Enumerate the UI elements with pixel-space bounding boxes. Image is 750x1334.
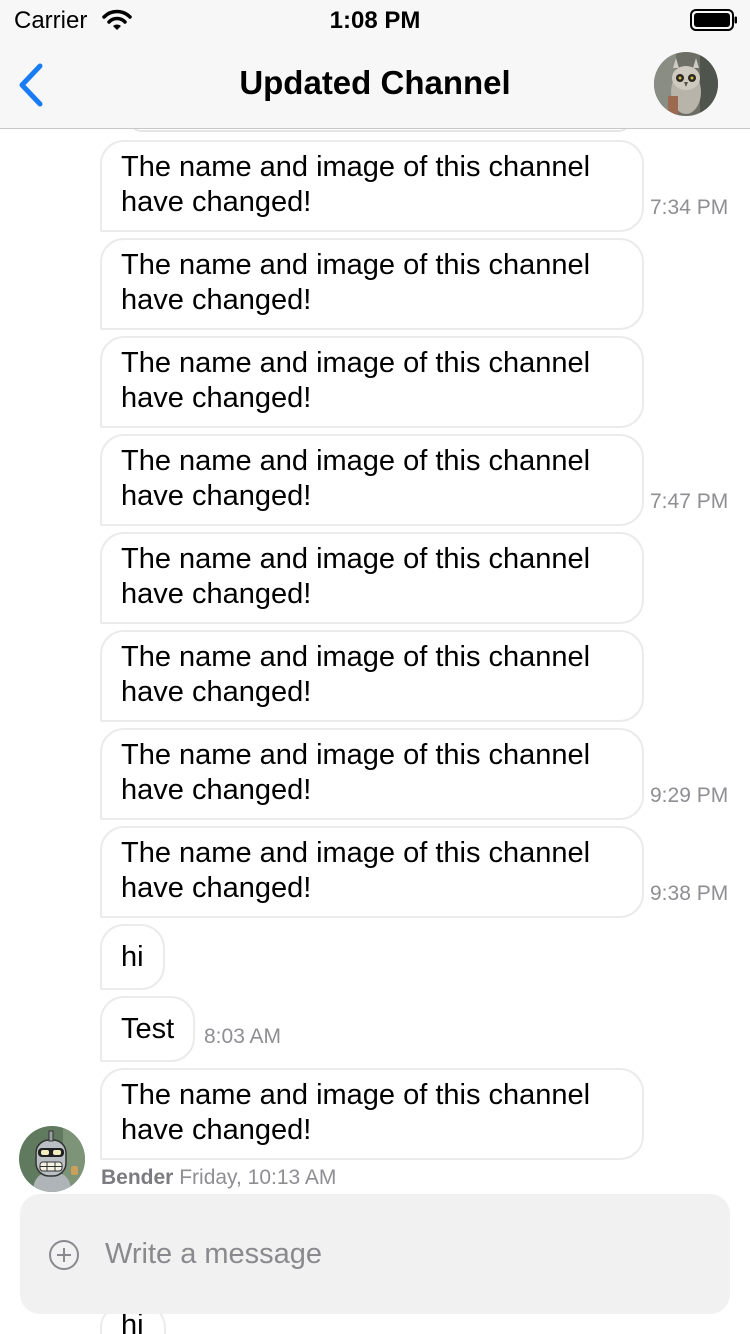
message-bubble[interactable]: hi: [100, 924, 165, 990]
message-bubble[interactable]: The name and image of this channel have …: [100, 140, 644, 232]
message-bubble[interactable]: The name and image of this channel have …: [100, 630, 644, 722]
previous-message-edge: [130, 129, 630, 132]
message-bubble[interactable]: The name and image of this channel have …: [100, 1068, 644, 1160]
message-row: hi: [100, 924, 165, 990]
message-bubble[interactable]: The name and image of this channel have …: [100, 336, 644, 428]
bender-avatar-image: [19, 1126, 85, 1192]
message-row: The name and image of this channel have …: [100, 532, 644, 624]
message-row: The name and image of this channel have …: [100, 140, 728, 232]
message-time: 9:38 PM: [650, 882, 729, 905]
status-bar: Carrier 1:08 PM: [0, 0, 750, 40]
channel-title: Updated Channel: [239, 64, 511, 101]
message-composer: [20, 1194, 730, 1314]
status-time: 1:08 PM: [329, 7, 421, 34]
message-row: Test 8:03 AM: [100, 996, 281, 1062]
message-date: Friday, 10:13 AM: [179, 1166, 337, 1189]
message-bubble[interactable]: The name and image of this channel have …: [100, 728, 644, 820]
message-input[interactable]: [105, 1234, 685, 1274]
message-bubble[interactable]: The name and image of this channel have …: [100, 434, 644, 526]
message-row: The name and image of this channel have …: [100, 1068, 644, 1160]
message-list[interactable]: The name and image of this channel have …: [0, 129, 750, 1334]
channel-avatar[interactable]: [654, 52, 718, 116]
owl-image: [654, 52, 718, 116]
message-time: 9:29 PM: [650, 784, 729, 807]
author-name: Bender: [101, 1166, 174, 1189]
author-avatar[interactable]: [19, 1126, 85, 1192]
battery-icon: [690, 9, 737, 31]
message-meta: Bender Friday, 10:13 AM: [101, 1166, 336, 1190]
message-bubble[interactable]: The name and image of this channel have …: [100, 826, 644, 918]
message-row: The name and image of this channel have …: [100, 826, 728, 918]
message-row: The name and image of this channel have …: [100, 630, 644, 722]
navigation-bar: Updated Channel: [0, 40, 750, 129]
message-row: The name and image of this channel have …: [100, 238, 644, 330]
message-bubble[interactable]: Test: [100, 996, 196, 1062]
message-bubble[interactable]: The name and image of this channel have …: [100, 238, 644, 330]
message-bubble[interactable]: The name and image of this channel have …: [100, 532, 644, 624]
plus-circle-icon[interactable]: [48, 1239, 80, 1271]
message-time: 8:03 AM: [204, 1025, 282, 1048]
message-time: 7:47 PM: [650, 490, 729, 513]
message-row: The name and image of this channel have …: [100, 728, 728, 820]
message-time: 7:34 PM: [650, 196, 729, 219]
message-row: The name and image of this channel have …: [100, 336, 644, 428]
message-row: The name and image of this channel have …: [100, 434, 728, 526]
